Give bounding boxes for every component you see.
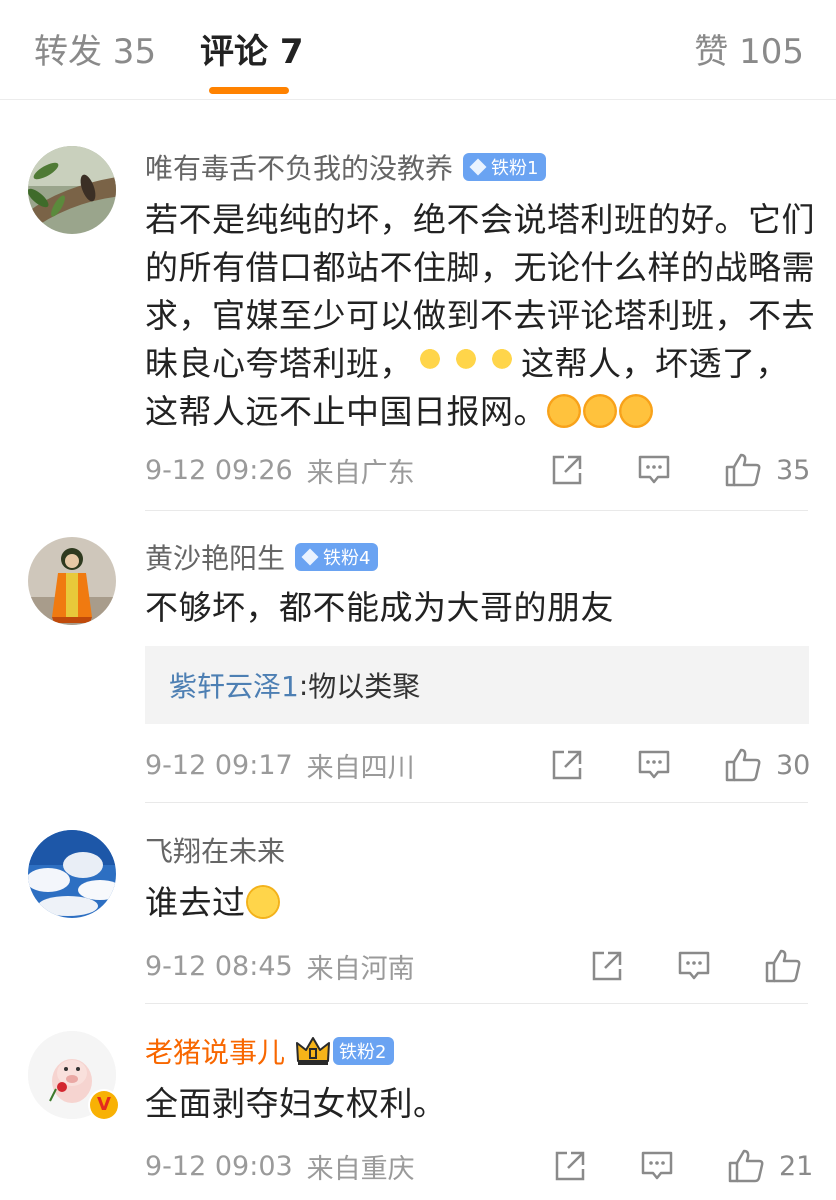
comment-header: 黄沙艳阳生 铁粉4 bbox=[145, 537, 379, 577]
username[interactable]: 唯有毒舌不负我的没教养 bbox=[145, 147, 453, 187]
comment-tabs: 转发 35 评论 7 赞 105 bbox=[0, 0, 836, 100]
comment-text: 全面剥夺妇女权利。 bbox=[145, 1084, 447, 1123]
verified-icon: V bbox=[90, 1091, 118, 1119]
crown-icon bbox=[296, 1037, 331, 1065]
comment-source: 来自广东 bbox=[306, 457, 415, 489]
avatar[interactable] bbox=[28, 537, 116, 625]
comment-icon bbox=[638, 750, 670, 779]
comment-time: 9-12 09:17 bbox=[145, 749, 293, 781]
like-count: 35 bbox=[776, 454, 811, 486]
fan-badge: 铁粉2 bbox=[333, 1037, 395, 1065]
comment-source: 来自河南 bbox=[306, 953, 415, 985]
like-count: 30 bbox=[776, 749, 811, 781]
like-button[interactable] bbox=[764, 946, 802, 986]
comment-header: 唯有毒舌不负我的没教养 铁粉1 bbox=[145, 147, 547, 187]
share-icon bbox=[592, 951, 622, 981]
reply-button[interactable] bbox=[677, 946, 711, 986]
quote-separator: : bbox=[298, 668, 309, 702]
shrug-emoji-icon bbox=[449, 346, 483, 380]
like-count: 21 bbox=[779, 1150, 814, 1182]
like-button[interactable]: 30 bbox=[724, 745, 810, 785]
thumbs-up-icon bbox=[765, 949, 801, 983]
fan-badge-label: 铁粉2 bbox=[339, 1042, 387, 1063]
comment-meta: 9-12 08:45 来自河南 bbox=[145, 946, 415, 986]
comment-text: 谁去过 bbox=[145, 879, 815, 927]
quoted-reply[interactable]: 紫轩云泽1: 物以类聚 bbox=[145, 646, 809, 724]
comment-meta: 9-12 09:26 来自广东 bbox=[145, 450, 415, 490]
thumbs-up-icon bbox=[725, 748, 761, 782]
share-icon bbox=[552, 455, 582, 485]
comment-header: 飞翔在未来 bbox=[145, 830, 285, 870]
comment-icon bbox=[641, 1151, 673, 1180]
share-icon bbox=[552, 750, 582, 780]
divider bbox=[145, 510, 808, 511]
comment-time: 9-12 09:26 bbox=[145, 454, 293, 486]
divider bbox=[145, 1003, 808, 1004]
quote-text: 物以类聚 bbox=[308, 670, 421, 703]
diamond-icon bbox=[301, 548, 319, 566]
shrug-emoji-icon bbox=[413, 346, 447, 380]
comment-meta: 9-12 09:17 来自四川 bbox=[145, 745, 415, 785]
comment-icon bbox=[678, 951, 710, 980]
username[interactable]: 黄沙艳阳生 bbox=[145, 537, 285, 577]
comment-time: 9-12 08:45 bbox=[145, 950, 293, 982]
reply-button[interactable] bbox=[637, 450, 671, 490]
tab-comments[interactable]: 评论 7 bbox=[200, 30, 304, 74]
verified-badge: V bbox=[88, 1089, 120, 1121]
like-button[interactable]: 35 bbox=[724, 450, 810, 490]
divider bbox=[145, 802, 808, 803]
like-button[interactable]: 21 bbox=[727, 1146, 813, 1186]
comment-text: 不够坏，都不能成为大哥的朋友 bbox=[145, 588, 614, 627]
avatar[interactable] bbox=[28, 830, 116, 918]
username[interactable]: 飞翔在未来 bbox=[145, 830, 285, 870]
share-button[interactable] bbox=[553, 1146, 587, 1186]
tab-likes[interactable]: 赞 105 bbox=[694, 30, 804, 74]
thumbs-up-icon bbox=[725, 453, 761, 487]
heart-face-emoji-icon bbox=[619, 394, 653, 428]
quote-author[interactable]: 紫轩云泽1 bbox=[169, 665, 299, 705]
share-icon bbox=[555, 1151, 585, 1181]
username[interactable]: 老猪说事儿 bbox=[145, 1031, 285, 1071]
comment-meta: 9-12 09:03 来自重庆 bbox=[145, 1146, 415, 1186]
comment-time: 9-12 09:03 bbox=[145, 1150, 293, 1182]
reply-button[interactable] bbox=[640, 1146, 674, 1186]
fan-badge: 铁粉4 bbox=[295, 543, 379, 571]
share-button[interactable] bbox=[590, 946, 624, 986]
tab-repost[interactable]: 转发 35 bbox=[34, 30, 156, 74]
avatar[interactable] bbox=[28, 146, 116, 234]
laugh-cry-emoji-icon bbox=[245, 885, 280, 919]
comment-header: 老猪说事儿 铁粉2 bbox=[145, 1031, 395, 1071]
fan-badge: 铁粉1 bbox=[463, 153, 547, 181]
active-tab-indicator bbox=[209, 87, 289, 94]
share-button[interactable] bbox=[550, 450, 584, 490]
reply-button[interactable] bbox=[637, 745, 671, 785]
thumbs-up-icon bbox=[728, 1149, 764, 1183]
share-button[interactable] bbox=[550, 745, 584, 785]
fan-badge-label: 铁粉1 bbox=[491, 158, 539, 179]
comment-source: 来自四川 bbox=[306, 752, 415, 784]
comment-text: 若不是纯纯的坏，绝不会说塔利班的好。它们的所有借口都站不住脚，无论什么样的战略需… bbox=[145, 196, 815, 436]
shrug-emoji-icon bbox=[485, 346, 519, 380]
comment-text-part: 谁去过 bbox=[145, 883, 246, 922]
heart-face-emoji-icon bbox=[583, 394, 617, 428]
comment-icon bbox=[638, 455, 670, 484]
comment-source: 来自重庆 bbox=[306, 1153, 415, 1185]
heart-face-emoji-icon bbox=[547, 394, 581, 428]
diamond-icon bbox=[469, 158, 487, 176]
fan-badge-label: 铁粉4 bbox=[323, 548, 371, 569]
